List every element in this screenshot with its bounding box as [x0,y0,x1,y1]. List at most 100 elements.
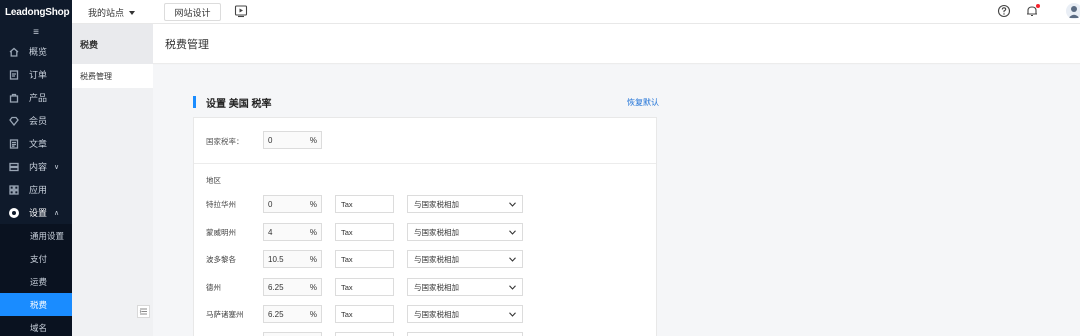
percent-sign: % [309,282,317,292]
sidebar-item-members[interactable]: 会员 [0,109,72,132]
sidebar-item-label: 内容 [29,162,48,172]
main-content: 设置 美国 税率 恢复默认 国家税率： 0 % 地区 特拉华州 0 % Tax … [153,65,1080,336]
tax-mode-select[interactable] [407,332,523,336]
region-name: 马萨诸塞州 [206,310,244,319]
sidebar-sub-general[interactable]: 通用设置 [0,224,72,247]
product-icon [8,92,20,104]
top-bar: 我的站点 网站设计 [72,0,1080,24]
chevron-down-icon [509,201,516,207]
region-rate-input[interactable] [263,332,322,336]
tax-mode-select[interactable]: 与国家税相加 [407,223,523,241]
tax-name-input[interactable]: Tax [335,223,394,241]
sidebar-item-label: 会员 [29,116,48,126]
tax-mode-value: 与国家税相加 [414,282,459,292]
tax-mode-select[interactable]: 与国家税相加 [407,195,523,213]
reset-default-link[interactable]: 恢复默认 [627,97,659,108]
tax-name-input[interactable]: Tax [335,250,394,268]
brand-logo[interactable]: LeadongShop [0,0,72,24]
chevron-down-icon [509,256,516,262]
notification-bell-icon[interactable] [1025,4,1040,18]
secondary-nav-item-tax-management[interactable]: 税费管理 [72,64,153,88]
tax-name-input[interactable]: Tax [335,305,394,323]
tax-name-input[interactable] [335,332,394,336]
region-row: 蒙威明州 4 % Tax 与国家税相加 [194,223,656,241]
sidebar-item-articles[interactable]: 文章 [0,132,72,155]
sidebar-sub-tax[interactable]: 税费 [0,293,72,316]
percent-sign: % [309,227,317,237]
region-name: 特拉华州 [206,200,236,209]
tax-mode-select[interactable]: 与国家税相加 [407,278,523,296]
tax-mode-value: 与国家税相加 [414,254,459,264]
section-accent-bar [193,96,196,108]
sidebar-item-label: 订单 [29,70,48,80]
region-rate-input[interactable]: 6.25 % [263,278,322,296]
sidebar-item-content[interactable]: 内容 ∨ [0,155,72,178]
site-selector[interactable]: 我的站点 [88,6,136,19]
sidebar-sub-payment[interactable]: 支付 [0,247,72,270]
percent-sign: % [309,199,317,209]
sidebar-item-label: 概览 [29,47,48,57]
region-name: 蒙威明州 [206,228,236,237]
home-icon [8,46,20,58]
chevron-down-icon [509,284,516,290]
secondary-nav: 税费 税费管理 [72,24,153,336]
tax-mode-select[interactable]: 与国家税相加 [407,305,523,323]
content-icon [8,161,20,173]
tax-mode-value: 与国家税相加 [414,227,459,237]
sidebar-sub-domain[interactable]: 域名 [0,316,72,336]
help-icon[interactable] [997,4,1011,18]
tax-mode-select[interactable]: 与国家税相加 [407,250,523,268]
country-rate-input[interactable]: 0 % [263,131,322,149]
sidebar-item-settings[interactable]: 设置 ∧ [0,201,72,224]
tax-mode-value: 与国家税相加 [414,199,459,209]
region-row-partial [194,332,656,336]
region-rate-value: 0 [268,199,273,209]
notification-dot [1036,4,1040,8]
region-rate-value: 6.25 [268,309,284,319]
region-rate-value: 6.25 [268,282,284,292]
sidebar-item-label: 文章 [29,139,48,149]
country-rate-row: 国家税率： 0 % [194,118,656,164]
secondary-nav-title: 税费 [72,24,153,64]
section-title-text: 设置 美国 税率 [206,98,272,110]
region-row: 德州 6.25 % Tax 与国家税相加 [194,278,656,296]
region-rate-input[interactable]: 10.5 % [263,250,322,268]
percent-sign: % [309,135,317,145]
sidebar-item-orders[interactable]: 订单 [0,63,72,86]
region-name: 波多黎各 [206,255,236,264]
chevron-down-icon: ∨ [54,163,60,171]
sidebar-item-apps[interactable]: 应用 [0,178,72,201]
site-selector-label: 我的站点 [88,8,125,18]
order-icon [8,69,20,81]
sidebar-item-label: 产品 [29,93,48,103]
chevron-up-icon: ∧ [54,209,60,217]
user-avatar[interactable] [1066,3,1080,19]
tax-mode-value: 与国家税相加 [414,309,459,319]
sidebar-item-products[interactable]: 产品 [0,86,72,109]
page-title: 税费管理 [153,24,1080,64]
chevron-down-icon [509,229,516,235]
region-rate-input[interactable]: 4 % [263,223,322,241]
sidebar-item-label: 设置 [29,208,48,218]
tax-name-input[interactable]: Tax [335,195,394,213]
app-icon [8,184,20,196]
site-design-button[interactable]: 网站设计 [164,3,221,21]
region-row: 特拉华州 0 % Tax 与国家税相加 [194,195,656,213]
tax-settings-card: 国家税率： 0 % 地区 特拉华州 0 % Tax 与国家税相加 蒙威明州 4 … [193,117,657,336]
country-rate-value: 0 [268,135,273,145]
region-rate-value: 4 [268,227,273,237]
member-icon [8,115,20,127]
video-play-icon[interactable] [234,4,248,18]
region-header: 地区 [206,176,221,185]
region-rate-value: 10.5 [268,254,284,264]
sidebar-item-overview[interactable]: 概览 [0,40,72,63]
region-rate-input[interactable]: 0 % [263,195,322,213]
region-rate-input[interactable]: 6.25 % [263,305,322,323]
collapse-nav-icon[interactable] [137,305,150,318]
main-sidebar: LeadongShop ≡ 概览 订单 产品 会员 文章 内容 ∨ 应用 设置 … [0,0,72,336]
menu-toggle-icon[interactable]: ≡ [0,24,72,40]
sidebar-sub-shipping[interactable]: 运费 [0,270,72,293]
region-name: 德州 [206,283,221,292]
chevron-down-icon [509,311,516,317]
tax-name-input[interactable]: Tax [335,278,394,296]
